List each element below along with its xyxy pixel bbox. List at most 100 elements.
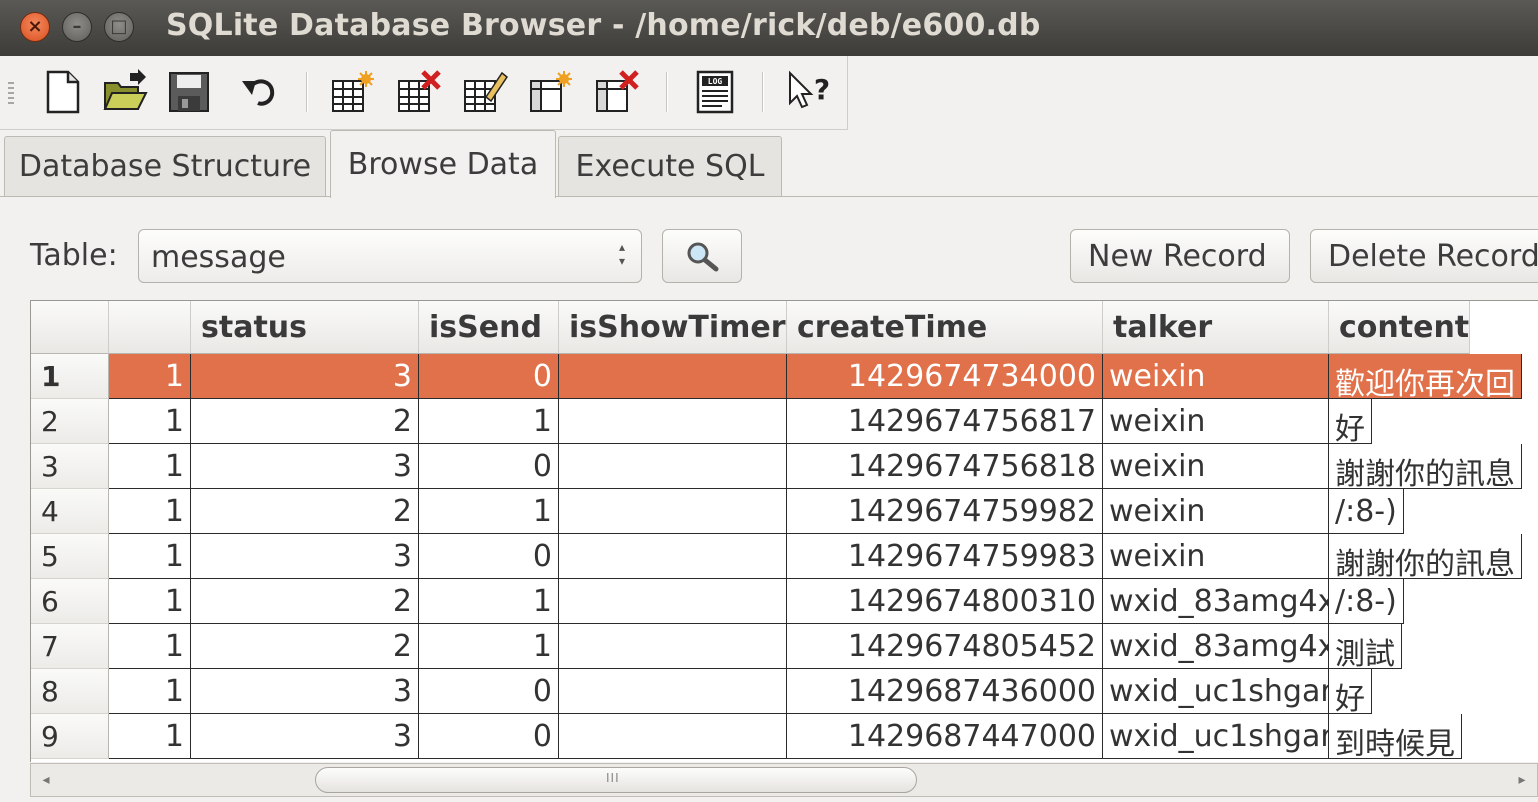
toolbar-grip[interactable] — [8, 82, 14, 104]
cell-rowid[interactable]: 1 — [109, 624, 191, 669]
cell-content[interactable]: 測試 — [1329, 624, 1402, 669]
cell-issend[interactable]: 0 — [419, 669, 559, 714]
whats-this-icon[interactable]: ? — [786, 69, 832, 115]
search-button[interactable] — [662, 229, 742, 283]
minimize-window-button[interactable]: – — [62, 12, 92, 42]
cell-status[interactable]: 2 — [191, 489, 419, 534]
cell-issend[interactable]: 1 — [419, 624, 559, 669]
column-header-createtime[interactable]: createTime — [787, 301, 1103, 354]
cell-talker[interactable]: weixin — [1103, 444, 1329, 489]
cell-status[interactable]: 2 — [191, 624, 419, 669]
cell-isshowtimer[interactable] — [559, 444, 787, 489]
cell-status[interactable]: 3 — [191, 354, 419, 399]
modify-table-icon[interactable] — [462, 69, 508, 115]
cell-content[interactable]: 謝謝你的訊息 — [1329, 534, 1522, 579]
scrollbar-thumb[interactable]: III — [315, 767, 917, 793]
cell-rowid[interactable]: 1 — [109, 669, 191, 714]
row-header[interactable]: 9 — [31, 714, 109, 759]
create-index-icon[interactable] — [528, 69, 574, 115]
cell-createtime[interactable]: 1429674800310 — [787, 579, 1103, 624]
cell-status[interactable]: 2 — [191, 399, 419, 444]
row-header[interactable]: 8 — [31, 669, 109, 714]
open-folder-icon[interactable] — [102, 69, 148, 115]
row-header[interactable]: 5 — [31, 534, 109, 579]
cell-content[interactable]: 到時候見 — [1329, 714, 1462, 759]
cell-status[interactable]: 3 — [191, 534, 419, 579]
cell-isshowtimer[interactable] — [559, 534, 787, 579]
scroll-right-arrow-icon[interactable]: ▸ — [1509, 768, 1535, 792]
row-header[interactable]: 6 — [31, 579, 109, 624]
column-header-isshowtimer[interactable]: isShowTimer — [559, 301, 787, 354]
cell-isshowtimer[interactable] — [559, 579, 787, 624]
cell-isshowtimer[interactable] — [559, 624, 787, 669]
cell-isshowtimer[interactable] — [559, 714, 787, 759]
cell-status[interactable]: 3 — [191, 444, 419, 489]
column-header-status[interactable]: status — [191, 301, 419, 354]
cell-content[interactable]: 歡迎你再次回 — [1329, 354, 1522, 399]
row-header[interactable]: 4 — [31, 489, 109, 534]
cell-createtime[interactable]: 1429674734000 — [787, 354, 1103, 399]
column-header-rowid[interactable] — [109, 301, 191, 354]
cell-rowid[interactable]: 1 — [109, 489, 191, 534]
cell-talker[interactable]: wxid_83amg4x — [1103, 624, 1329, 669]
cell-talker[interactable]: wxid_uc1shgar — [1103, 714, 1329, 759]
cell-isshowtimer[interactable] — [559, 354, 787, 399]
cell-issend[interactable]: 1 — [419, 579, 559, 624]
tab-browse-data[interactable]: Browse Data — [330, 130, 556, 198]
cell-createtime[interactable]: 1429674759982 — [787, 489, 1103, 534]
cell-isshowtimer[interactable] — [559, 489, 787, 534]
close-window-button[interactable]: × — [20, 12, 50, 42]
cell-isshowtimer[interactable] — [559, 669, 787, 714]
table-select[interactable]: message ▴ ▾ — [138, 229, 642, 283]
grid-corner-header[interactable] — [31, 301, 109, 354]
cell-createtime[interactable]: 1429687436000 — [787, 669, 1103, 714]
row-header[interactable]: 7 — [31, 624, 109, 669]
row-header[interactable]: 3 — [31, 444, 109, 489]
cell-status[interactable]: 2 — [191, 579, 419, 624]
cell-content[interactable]: 好 — [1329, 669, 1372, 714]
cell-rowid[interactable]: 1 — [109, 534, 191, 579]
cell-rowid[interactable]: 1 — [109, 714, 191, 759]
column-header-talker[interactable]: talker — [1103, 301, 1329, 354]
cell-status[interactable]: 3 — [191, 714, 419, 759]
row-header[interactable]: 1 — [31, 354, 109, 399]
row-header[interactable]: 2 — [31, 399, 109, 444]
cell-issend[interactable]: 0 — [419, 714, 559, 759]
cell-talker[interactable]: weixin — [1103, 399, 1329, 444]
cell-issend[interactable]: 1 — [419, 489, 559, 534]
cell-content[interactable]: 好 — [1329, 399, 1372, 444]
cell-issend[interactable]: 0 — [419, 534, 559, 579]
cell-createtime[interactable]: 1429687447000 — [787, 714, 1103, 759]
cell-createtime[interactable]: 1429674756817 — [787, 399, 1103, 444]
tab-database-structure[interactable]: Database Structure — [4, 136, 326, 196]
cell-rowid[interactable]: 1 — [109, 444, 191, 489]
cell-createtime[interactable]: 1429674756818 — [787, 444, 1103, 489]
cell-content[interactable]: 謝謝你的訊息 — [1329, 444, 1522, 489]
cell-talker[interactable]: weixin — [1103, 489, 1329, 534]
cell-content[interactable]: /:8-) — [1329, 489, 1404, 534]
cell-rowid[interactable]: 1 — [109, 354, 191, 399]
save-icon[interactable] — [166, 69, 212, 115]
column-header-content[interactable]: content — [1329, 301, 1471, 354]
new-file-icon[interactable] — [40, 69, 86, 115]
cell-rowid[interactable]: 1 — [109, 579, 191, 624]
create-table-icon[interactable] — [330, 69, 376, 115]
cell-talker[interactable]: weixin — [1103, 354, 1329, 399]
delete-index-icon[interactable] — [594, 69, 640, 115]
cell-issend[interactable]: 0 — [419, 354, 559, 399]
new-record-button[interactable]: New Record — [1070, 229, 1290, 283]
cell-content[interactable]: /:8-) — [1329, 579, 1404, 624]
horizontal-scrollbar[interactable]: ◂ III ▸ — [30, 763, 1538, 797]
column-header-issend[interactable]: isSend — [419, 301, 559, 354]
cell-talker[interactable]: wxid_83amg4x — [1103, 579, 1329, 624]
cell-createtime[interactable]: 1429674759983 — [787, 534, 1103, 579]
cell-talker[interactable]: wxid_uc1shgar — [1103, 669, 1329, 714]
log-icon[interactable]: LOG — [692, 69, 738, 115]
tab-execute-sql[interactable]: Execute SQL — [558, 136, 782, 196]
cell-issend[interactable]: 0 — [419, 444, 559, 489]
scroll-left-arrow-icon[interactable]: ◂ — [33, 768, 59, 792]
cell-talker[interactable]: weixin — [1103, 534, 1329, 579]
cell-createtime[interactable]: 1429674805452 — [787, 624, 1103, 669]
cell-issend[interactable]: 1 — [419, 399, 559, 444]
cell-rowid[interactable]: 1 — [109, 399, 191, 444]
